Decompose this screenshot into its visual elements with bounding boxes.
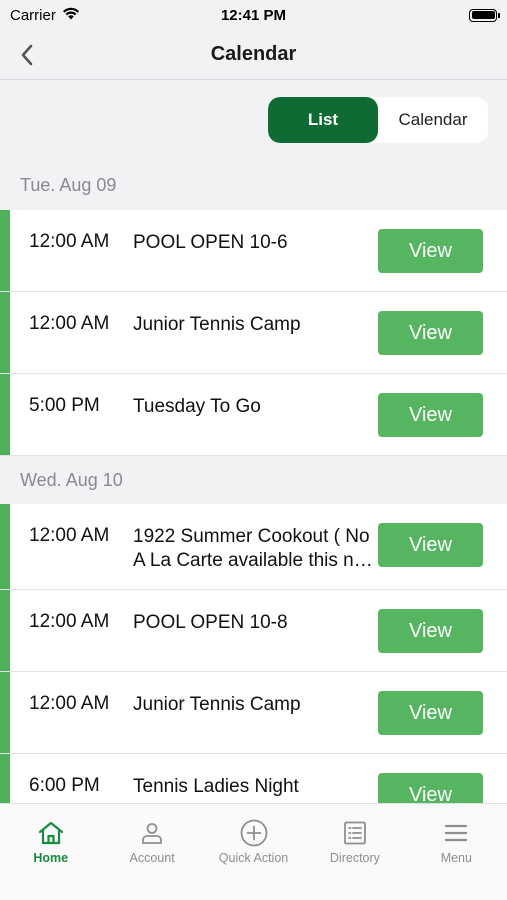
- view-button[interactable]: View: [378, 609, 483, 653]
- event-title: 1922 Summer Cookout ( No A La Carte avai…: [133, 526, 373, 571]
- event-row: 12:00 AM POOL OPEN 10-8 View: [0, 590, 507, 672]
- back-button[interactable]: [12, 40, 42, 70]
- tab-label: Quick Action: [218, 851, 289, 865]
- event-row: 12:00 AM Junior Tennis Camp View: [0, 292, 507, 374]
- event-time: 12:00 AM: [29, 611, 110, 632]
- event-row: 6:00 PM Tennis Ladies Night View: [0, 754, 507, 803]
- nav-bar: Calendar: [0, 30, 507, 80]
- tab-quick-action[interactable]: Quick Action: [203, 804, 304, 900]
- list-toggle-button[interactable]: List: [268, 97, 378, 143]
- page-title: Calendar: [210, 43, 297, 65]
- tab-account[interactable]: Account: [101, 804, 202, 900]
- day-header: Tue. Aug 09: [0, 160, 507, 210]
- tab-label: Directory: [329, 851, 380, 865]
- view-button[interactable]: View: [378, 311, 483, 355]
- person-icon: [142, 823, 163, 844]
- event-time: 6:00 PM: [29, 775, 100, 796]
- wifi-icon: [62, 7, 80, 24]
- event-title: Tuesday To Go: [133, 396, 261, 417]
- tab-label: Menu: [440, 851, 472, 865]
- event-title: Junior Tennis Camp: [133, 314, 301, 335]
- calendar-toggle-button[interactable]: Calendar: [378, 97, 488, 143]
- event-title: POOL OPEN 10-6: [133, 232, 288, 253]
- battery-icon: [469, 8, 500, 22]
- menu-icon: [445, 824, 468, 842]
- event-time: 12:00 AM: [29, 693, 110, 714]
- view-button[interactable]: View: [378, 229, 483, 273]
- event-time: 5:00 PM: [29, 395, 100, 416]
- chevron-left-icon: [21, 44, 33, 66]
- view-button[interactable]: View: [378, 523, 483, 567]
- tab-menu[interactable]: Menu: [406, 804, 507, 900]
- list-icon: [344, 821, 366, 845]
- view-button[interactable]: View: [378, 773, 483, 803]
- day-header: Wed. Aug 10: [0, 456, 507, 504]
- home-icon: [38, 821, 63, 845]
- event-title: Tennis Ladies Night: [133, 776, 299, 797]
- plus-circle-icon: [240, 819, 267, 847]
- tab-bar: Home Account Quick Action Directory Menu: [0, 803, 507, 900]
- event-row: 5:00 PM Tuesday To Go View: [0, 374, 507, 456]
- event-time: 12:00 AM: [29, 231, 110, 252]
- tab-label: Account: [129, 851, 175, 865]
- tab-label: Home: [33, 851, 69, 865]
- event-title: Junior Tennis Camp: [133, 694, 301, 715]
- event-time: 12:00 AM: [29, 313, 110, 334]
- event-row: 12:00 AM 1922 Summer Cookout ( No A La C…: [0, 504, 507, 590]
- view-toggle: List Calendar: [268, 97, 488, 143]
- view-button[interactable]: View: [378, 393, 483, 437]
- view-button[interactable]: View: [378, 691, 483, 735]
- event-row: 12:00 AM Junior Tennis Camp View: [0, 672, 507, 754]
- event-list[interactable]: Tue. Aug 09 12:00 AM POOL OPEN 10-6 View…: [0, 160, 507, 803]
- event-row: 12:00 AM POOL OPEN 10-6 View: [0, 210, 507, 292]
- event-title: POOL OPEN 10-8: [133, 612, 288, 633]
- carrier-label: Carrier: [10, 6, 56, 24]
- tab-directory[interactable]: Directory: [304, 804, 405, 900]
- status-bar: Carrier 12:41 PM: [0, 0, 507, 30]
- tab-home[interactable]: Home: [0, 804, 101, 900]
- event-time: 12:00 AM: [29, 525, 110, 546]
